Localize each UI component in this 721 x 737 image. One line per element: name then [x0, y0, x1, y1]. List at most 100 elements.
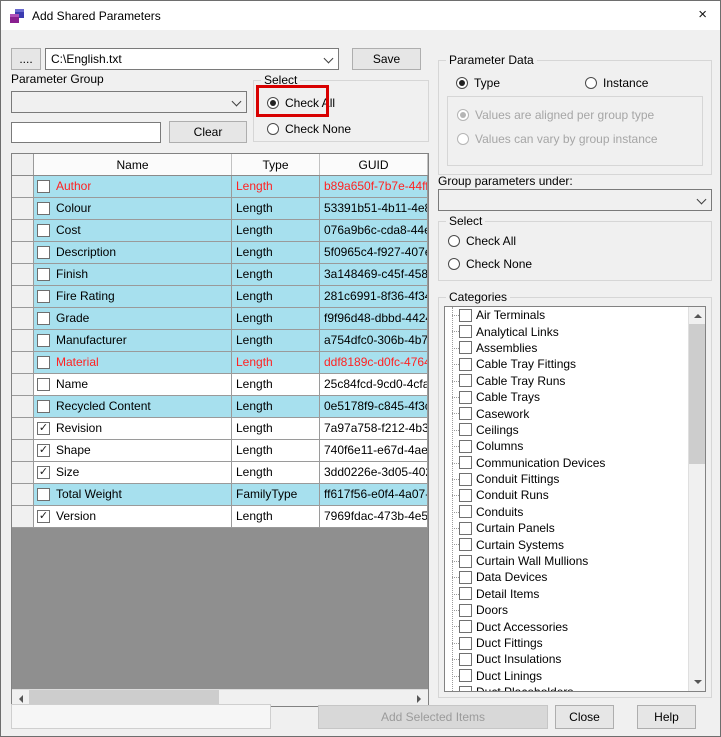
category-item[interactable]: Detail Items	[445, 586, 688, 602]
category-checkbox[interactable]	[459, 488, 472, 502]
table-row[interactable]: Fire Rating Length 281c6991-8f36-4f34-	[12, 286, 428, 308]
close-icon[interactable]: ×	[698, 6, 707, 24]
category-checkbox[interactable]	[459, 439, 472, 453]
row-checkbox[interactable]	[37, 378, 50, 391]
file-path-combobox[interactable]: C:\English.txt	[45, 48, 339, 70]
row-checkbox[interactable]: ✓	[37, 422, 50, 435]
category-item[interactable]: Ceilings	[445, 422, 688, 438]
column-header-type[interactable]: Type	[232, 154, 320, 175]
add-selected-items-button[interactable]: Add Selected Items	[318, 705, 548, 729]
category-checkbox[interactable]	[459, 620, 472, 634]
category-item[interactable]: Curtain Systems	[445, 536, 688, 552]
vertical-scrollbar[interactable]	[688, 307, 705, 691]
category-item[interactable]: Cable Trays	[445, 389, 688, 405]
browse-button[interactable]: ....	[11, 48, 41, 70]
table-row[interactable]: Grade Length f9f96d48-dbbd-4424-	[12, 308, 428, 330]
table-row[interactable]: ✓ Size Length 3dd0226e-3d05-402a	[12, 462, 428, 484]
category-item[interactable]: Duct Fittings	[445, 635, 688, 651]
category-checkbox[interactable]	[459, 538, 472, 552]
row-checkbox[interactable]	[37, 224, 50, 237]
category-item[interactable]: Data Devices	[445, 569, 688, 585]
category-item[interactable]: Duct Accessories	[445, 618, 688, 634]
scroll-up-button[interactable]	[689, 307, 705, 324]
chevron-down-icon[interactable]	[697, 196, 706, 205]
column-header-name[interactable]: Name	[34, 154, 232, 175]
row-checkbox[interactable]	[37, 268, 50, 281]
table-row[interactable]: Manufacturer Lengtha754dfc0-306b-4b7f-b	[12, 330, 428, 352]
table-row[interactable]: Name Length 25c84fcd-9cd0-4cfa-	[12, 374, 428, 396]
category-checkbox[interactable]	[459, 423, 472, 437]
chevron-down-icon[interactable]	[324, 55, 333, 64]
category-checkbox[interactable]	[459, 390, 472, 404]
row-checkbox[interactable]	[37, 488, 50, 501]
category-item[interactable]: Columns	[445, 438, 688, 454]
table-row[interactable]: Recycled Content Length 0e5178f9-c845-4f3c…	[12, 396, 428, 418]
category-checkbox[interactable]	[459, 341, 472, 355]
close-button[interactable]: Close	[555, 705, 614, 729]
category-item[interactable]: Casework	[445, 405, 688, 421]
category-item[interactable]: Curtain Wall Mullions	[445, 553, 688, 569]
table-row[interactable]: Total Weight FamilyType ff617f56-e0f4-4a07…	[12, 484, 428, 506]
category-checkbox[interactable]	[459, 325, 472, 339]
categories-check-none-radio[interactable]: Check None	[448, 257, 532, 271]
category-checkbox[interactable]	[459, 669, 472, 683]
category-checkbox[interactable]	[459, 603, 472, 617]
chevron-down-icon[interactable]	[232, 98, 241, 107]
table-row[interactable]: Finish Length 3a148469-c45f-458a	[12, 264, 428, 286]
clear-button[interactable]: Clear	[169, 121, 247, 143]
category-item[interactable]: Air Terminals	[445, 307, 688, 323]
category-checkbox[interactable]	[459, 570, 472, 584]
column-header-guid[interactable]: GUID	[320, 154, 428, 175]
table-row[interactable]: ✓ Version Length 7969fdac-473b-4e59	[12, 506, 428, 528]
category-item[interactable]: Analytical Links	[445, 323, 688, 339]
row-checkbox[interactable]	[37, 312, 50, 325]
table-row[interactable]: Cost Length 076a9b6c-cda8-44ea	[12, 220, 428, 242]
category-item[interactable]: Duct Placeholders	[445, 684, 688, 691]
table-row[interactable]: ✓ Shape Length 740f6e11-e67d-4ae7	[12, 440, 428, 462]
check-none-radio[interactable]: Check None	[267, 122, 351, 136]
table-row[interactable]: Description Length 5f0965c4-f927-407e-	[12, 242, 428, 264]
row-checkbox[interactable]	[37, 202, 50, 215]
row-checkbox[interactable]	[37, 400, 50, 413]
category-item[interactable]: Conduits	[445, 504, 688, 520]
category-checkbox[interactable]	[459, 308, 472, 322]
vertical-scrollbar-thumb[interactable]	[689, 324, 705, 464]
category-checkbox[interactable]	[459, 685, 472, 691]
category-checkbox[interactable]	[459, 472, 472, 486]
help-button[interactable]: Help	[637, 705, 696, 729]
category-checkbox[interactable]	[459, 554, 472, 568]
category-item[interactable]: Curtain Panels	[445, 520, 688, 536]
scroll-down-button[interactable]	[689, 674, 705, 691]
table-row[interactable]: ✓ Revision Length 7a97a758-f212-4b3d	[12, 418, 428, 440]
category-checkbox[interactable]	[459, 636, 472, 650]
row-checkbox[interactable]: ✓	[37, 466, 50, 479]
category-item[interactable]: Duct Insulations	[445, 651, 688, 667]
table-row[interactable]: Material Length ddf8189c-d0fc-4764-	[12, 352, 428, 374]
category-item[interactable]: Duct Linings	[445, 668, 688, 684]
category-item[interactable]: Conduit Runs	[445, 487, 688, 503]
category-item[interactable]: Cable Tray Runs	[445, 373, 688, 389]
table-row[interactable]: Author Length b89a650f-7b7e-44ff-8	[12, 176, 428, 198]
row-checkbox[interactable]	[37, 356, 50, 369]
category-item[interactable]: Assemblies	[445, 340, 688, 356]
row-checkbox[interactable]: ✓	[37, 510, 50, 523]
row-checkbox[interactable]	[37, 180, 50, 193]
row-checkbox[interactable]	[37, 246, 50, 259]
category-checkbox[interactable]	[459, 505, 472, 519]
check-all-radio[interactable]: Check All	[267, 96, 335, 110]
parameter-group-combobox[interactable]	[11, 91, 247, 113]
category-checkbox[interactable]	[459, 407, 472, 421]
category-item[interactable]: Cable Tray Fittings	[445, 356, 688, 372]
category-checkbox[interactable]	[459, 357, 472, 371]
type-radio[interactable]: Type	[456, 76, 500, 90]
category-checkbox[interactable]	[459, 521, 472, 535]
save-button[interactable]: Save	[352, 48, 421, 70]
category-item[interactable]: Conduit Fittings	[445, 471, 688, 487]
table-row[interactable]: Colour Length 53391b51-4b11-4e8a	[12, 198, 428, 220]
group-under-combobox[interactable]	[438, 189, 712, 211]
row-checkbox[interactable]	[37, 290, 50, 303]
row-checkbox[interactable]	[37, 334, 50, 347]
categories-check-all-radio[interactable]: Check All	[448, 234, 516, 248]
category-item[interactable]: Communication Devices	[445, 455, 688, 471]
category-checkbox[interactable]	[459, 374, 472, 388]
